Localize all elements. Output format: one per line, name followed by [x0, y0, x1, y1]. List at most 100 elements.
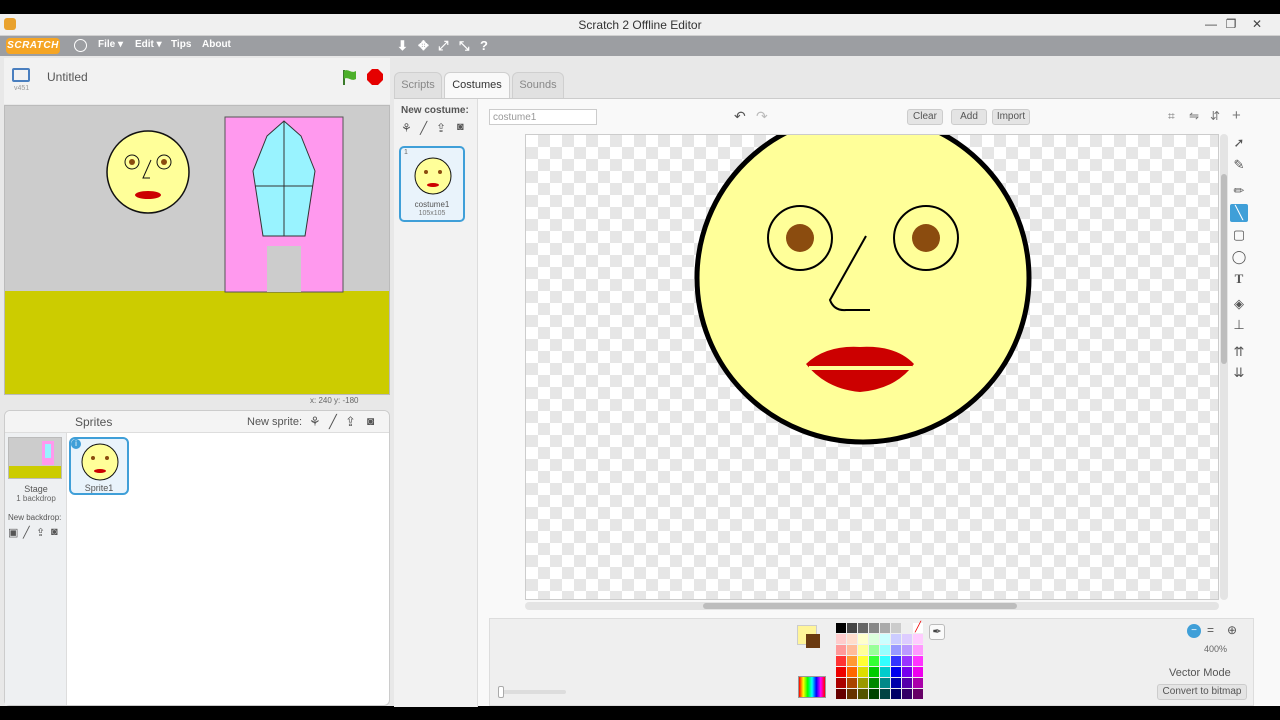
- palette-swatch[interactable]: [913, 656, 923, 666]
- forward-layer-icon[interactable]: ⇈: [1230, 343, 1248, 361]
- flip-vertical-icon[interactable]: ⇵: [1210, 109, 1220, 123]
- paint-costume-icon[interactable]: ╱: [420, 121, 427, 135]
- palette-swatch[interactable]: [880, 689, 890, 699]
- stage-face-sprite[interactable]: [106, 130, 190, 214]
- delete-cut-icon[interactable]: ✥: [418, 38, 429, 54]
- convert-to-bitmap-button[interactable]: Convert to bitmap: [1157, 684, 1247, 700]
- camera-costume-icon[interactable]: ◙: [457, 121, 464, 133]
- costume-tile[interactable]: 1 costume1 105x105: [399, 146, 465, 222]
- line-width-handle[interactable]: [498, 686, 504, 698]
- close-button[interactable]: ✕: [1246, 16, 1268, 32]
- shrink-icon[interactable]: ⤡: [459, 38, 469, 54]
- green-flag-icon[interactable]: [340, 68, 358, 86]
- palette-swatch[interactable]: [847, 623, 857, 633]
- import-button[interactable]: Import: [992, 109, 1030, 125]
- palette-swatch[interactable]: [869, 645, 879, 655]
- palette-swatch[interactable]: [891, 623, 901, 633]
- select-tool-icon[interactable]: ➚: [1230, 134, 1248, 152]
- palette-swatch[interactable]: [869, 634, 879, 644]
- reshape-tool-icon[interactable]: ✎: [1230, 156, 1248, 174]
- tab-sounds[interactable]: Sounds: [512, 72, 564, 98]
- help-icon[interactable]: ?: [480, 38, 488, 53]
- palette-swatch[interactable]: [913, 634, 923, 644]
- secondary-color-swatch[interactable]: [806, 634, 820, 648]
- presentation-mode-icon[interactable]: [12, 68, 30, 82]
- palette-swatch[interactable]: [913, 678, 923, 688]
- color-picker-spectrum[interactable]: [798, 676, 826, 698]
- palette-swatch[interactable]: [836, 656, 846, 666]
- palette-swatch[interactable]: [869, 623, 879, 633]
- palette-swatch[interactable]: [869, 678, 879, 688]
- line-width-slider[interactable]: [498, 686, 566, 698]
- palette-swatch[interactable]: [880, 667, 890, 677]
- scratch-logo[interactable]: SCRATCH: [6, 38, 60, 54]
- crop-icon[interactable]: ⌗: [1168, 109, 1175, 124]
- tab-costumes[interactable]: Costumes: [444, 72, 510, 98]
- palette-swatch[interactable]: [836, 689, 846, 699]
- paint-new-sprite-icon[interactable]: ╱: [329, 414, 337, 430]
- palette-swatch[interactable]: [847, 689, 857, 699]
- palette-swatch[interactable]: [902, 678, 912, 688]
- menu-edit[interactable]: Edit ▾: [135, 39, 162, 50]
- add-button[interactable]: Add: [951, 109, 987, 125]
- back-layer-icon[interactable]: ⇊: [1230, 364, 1248, 382]
- camera-backdrop-icon[interactable]: ◙: [51, 526, 58, 538]
- line-tool-icon[interactable]: ╲: [1230, 204, 1248, 222]
- palette-swatch[interactable]: [902, 656, 912, 666]
- set-center-icon[interactable]: +: [1232, 107, 1241, 124]
- palette-swatch[interactable]: [902, 689, 912, 699]
- palette-swatch[interactable]: [891, 667, 901, 677]
- stage-thumbnail[interactable]: [8, 437, 62, 479]
- duplicate-stamp-icon[interactable]: ⬇: [397, 38, 408, 54]
- vertical-scrollbar[interactable]: [1220, 134, 1228, 600]
- palette-swatch[interactable]: [902, 623, 912, 633]
- palette-swatch[interactable]: [847, 656, 857, 666]
- palette-swatch[interactable]: [836, 667, 846, 677]
- costume-library-icon[interactable]: ⚘: [401, 121, 412, 135]
- palette-swatch[interactable]: [847, 678, 857, 688]
- fill-tool-icon[interactable]: ◈: [1230, 295, 1248, 313]
- palette-swatch[interactable]: [880, 656, 890, 666]
- choose-sprite-library-icon[interactable]: ⚘: [309, 414, 321, 430]
- vertical-scroll-thumb[interactable]: [1221, 174, 1227, 364]
- palette-swatch[interactable]: [869, 689, 879, 699]
- palette-swatch[interactable]: [869, 656, 879, 666]
- palette-swatch[interactable]: [858, 656, 868, 666]
- text-tool-icon[interactable]: T: [1230, 270, 1248, 288]
- upload-sprite-icon[interactable]: ⇪: [345, 414, 356, 430]
- backdrop-library-icon[interactable]: ▣: [8, 526, 18, 539]
- palette-swatch[interactable]: [858, 645, 868, 655]
- paint-backdrop-icon[interactable]: ╱: [23, 526, 30, 539]
- palette-swatch[interactable]: [847, 667, 857, 677]
- palette-swatch[interactable]: [880, 678, 890, 688]
- menu-tips[interactable]: Tips: [171, 39, 191, 50]
- palette-swatch[interactable]: [913, 689, 923, 699]
- zoom-out-icon[interactable]: −: [1187, 624, 1201, 638]
- flip-horizontal-icon[interactable]: ⇋: [1189, 109, 1199, 123]
- eyedropper-icon[interactable]: ✒: [929, 624, 945, 640]
- palette-swatch[interactable]: [858, 678, 868, 688]
- rectangle-tool-icon[interactable]: ▢: [1230, 226, 1248, 244]
- menu-file[interactable]: File ▾: [98, 39, 123, 50]
- palette-swatch[interactable]: [858, 634, 868, 644]
- redo-icon[interactable]: ↷: [756, 108, 768, 125]
- horizontal-scrollbar[interactable]: [525, 602, 1219, 610]
- language-globe-icon[interactable]: [74, 39, 87, 52]
- stage-canvas[interactable]: [4, 105, 390, 395]
- stop-sign-icon[interactable]: [366, 68, 384, 86]
- palette-swatch[interactable]: [913, 645, 923, 655]
- no-color-swatch-icon[interactable]: ╱: [913, 623, 923, 633]
- palette-swatch[interactable]: [891, 678, 901, 688]
- palette-swatch[interactable]: [891, 645, 901, 655]
- horizontal-scroll-thumb[interactable]: [703, 603, 1017, 609]
- palette-swatch[interactable]: [902, 634, 912, 644]
- face-drawing[interactable]: [526, 135, 1219, 600]
- minimize-button[interactable]: —: [1200, 16, 1222, 32]
- palette-swatch[interactable]: [847, 634, 857, 644]
- upload-backdrop-icon[interactable]: ⇪: [36, 526, 45, 539]
- palette-swatch[interactable]: [858, 689, 868, 699]
- maximize-button[interactable]: ❐: [1220, 16, 1242, 32]
- zoom-reset-icon[interactable]: =: [1207, 623, 1214, 637]
- palette-swatch[interactable]: [836, 623, 846, 633]
- undo-icon[interactable]: ↶: [734, 108, 746, 125]
